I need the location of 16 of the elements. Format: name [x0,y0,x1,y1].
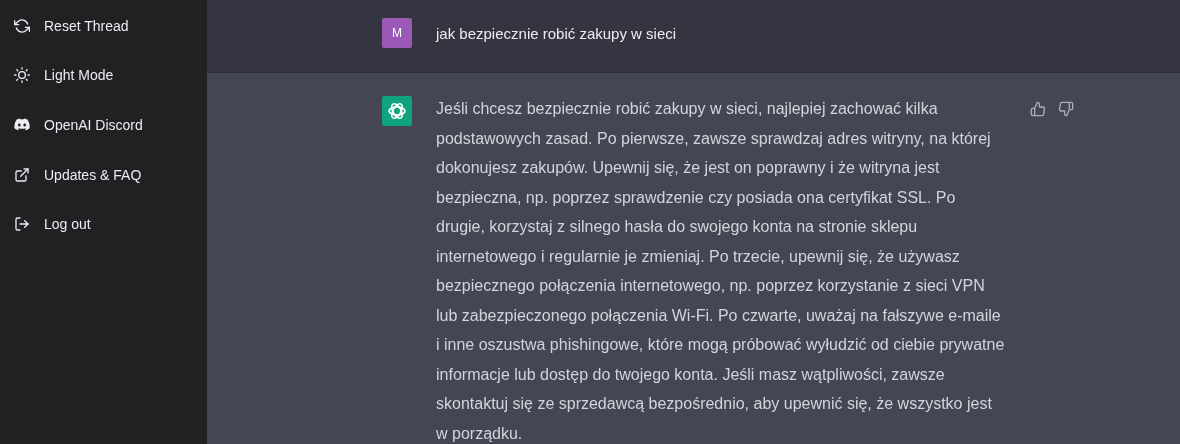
refresh-icon [14,17,30,34]
sidebar-item[interactable]: Reset Thread [0,1,207,51]
thumbs-up-icon[interactable] [1030,101,1046,117]
sun-icon [14,67,30,84]
external-link-icon [14,166,30,183]
gamepad-icon [14,118,30,132]
assistant-avatar-icon [382,96,412,126]
sidebar-item[interactable]: Log out [0,199,207,249]
sidebar-item[interactable]: Updates & FAQ [0,149,207,200]
sidebar-item[interactable]: OpenAI Discord [0,100,207,150]
thumbs-down-icon[interactable] [1058,101,1074,117]
user-avatar: M [382,18,412,48]
assistant-message: Jeśli chcesz bezpiecznie robić zakupy w sieci, najlepiej zachować kilka podstawowych zasad. Po pierwsze, zawsze sprawdzaj adres witryny, na której dokonujesz zakupów. Upewnij się, że jest on poprawny i że witryna jest bezpieczna, np. poprzez sprawdzenie czy posiada ona certyfikat SSL. Po drugie, korzystaj z silnego hasła do swojego konta na stronie sklepu internetowego i regularnie je zmieniaj. Po trzecie, upewnij się, że używasz bezpiecznego połączenia internetowego, np. poprzez korzystanie z sieci VPN lub zabezpieczonego połączenia Wi-Fi. Po czwarte, uważaj na fałszywe e-maile i inne oszustwa phishingowe, które mogą próbować wyłudzić od ciebie prywatne informacje lub dostęp do twojego konta. Jeśli masz wątpliwości, zawsze skontaktuj się ze sprzedawcą bezpośrednio, aby upewnić się, że wszystko jest w porządku. [436,99,1006,444]
user-message: jak bezpiecznie robić zakupy w sieci [436,24,677,42]
logout-icon [14,216,30,233]
sidebar-item[interactable]: Light Mode [0,50,207,101]
